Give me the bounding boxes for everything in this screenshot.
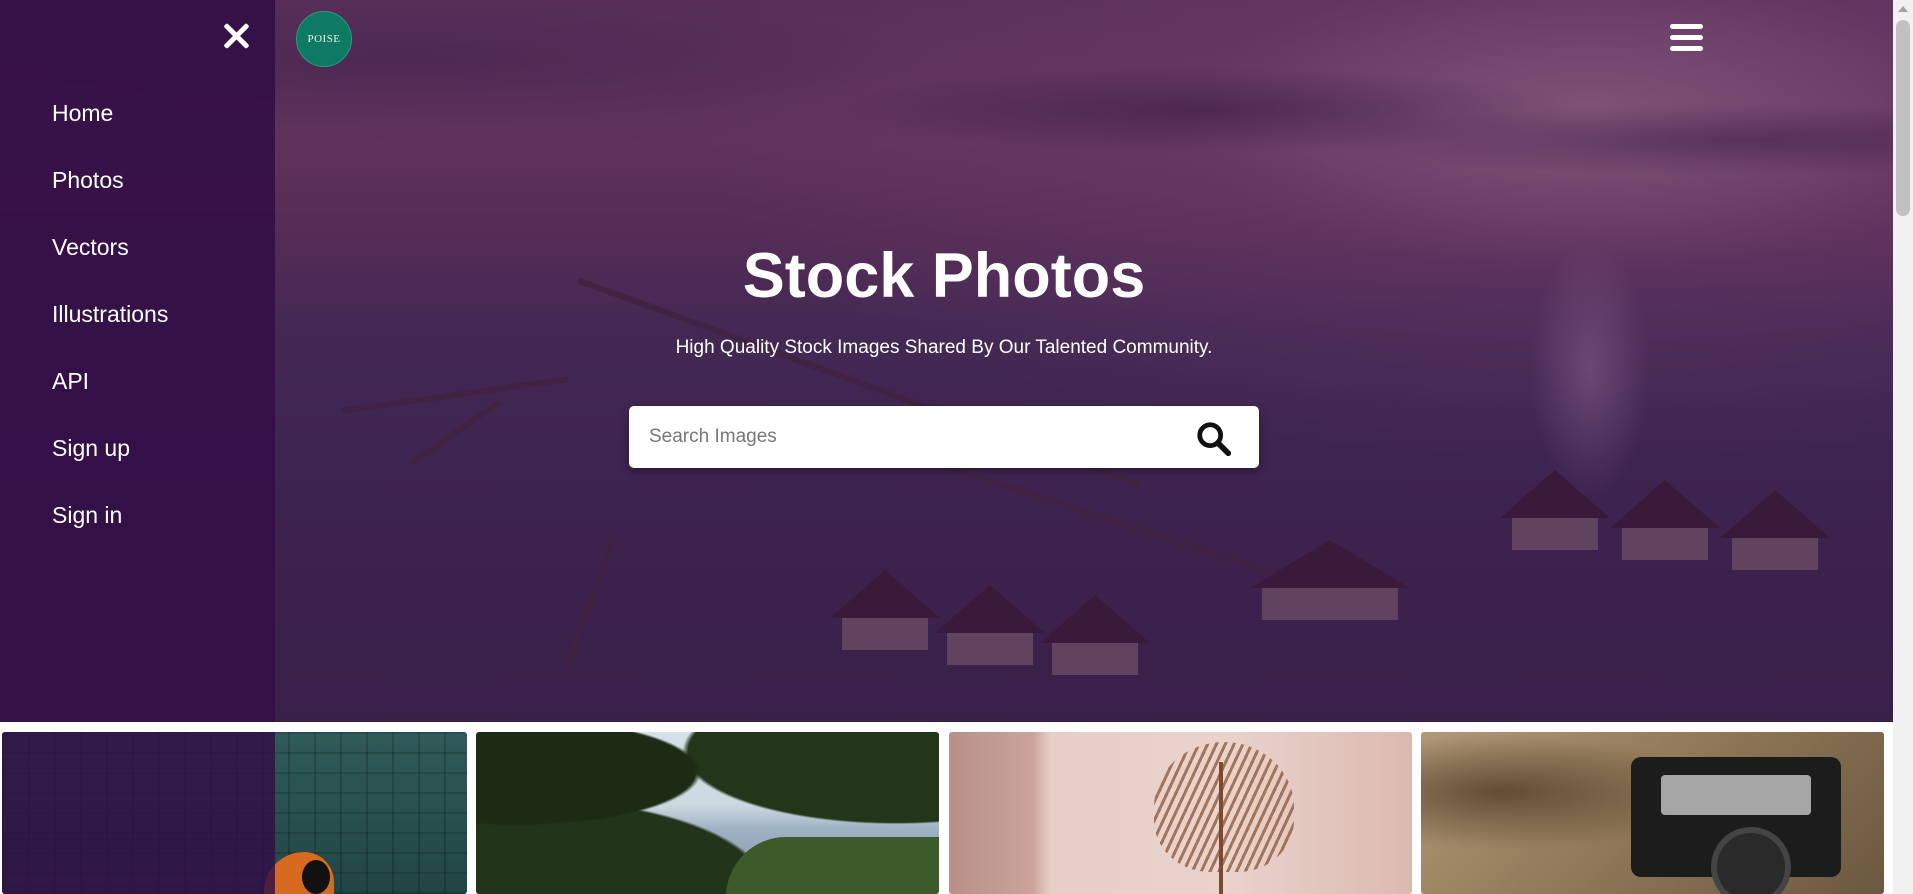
gallery-image-coastline[interactable] — [476, 732, 939, 894]
brand-logo[interactable]: POISE — [296, 11, 352, 67]
gallery-image-camera[interactable] — [1421, 732, 1884, 894]
brand-logo-text: POISE — [307, 33, 341, 45]
sidebar-item-sign-in[interactable]: Sign in — [52, 498, 168, 540]
vertical-scrollbar[interactable] — [1893, 0, 1913, 894]
sidebar-item-vectors[interactable]: Vectors — [52, 230, 168, 272]
scroll-up-arrow-icon[interactable] — [1898, 6, 1908, 12]
sidebar-menu: Home Photos Vectors Illustrations API Si… — [52, 96, 168, 565]
sidebar-item-api[interactable]: API — [52, 364, 168, 406]
sidebar-item-home[interactable]: Home — [52, 96, 168, 138]
sidebar-nav: Home Photos Vectors Illustrations API Si… — [0, 0, 275, 722]
sidebar-item-sign-up[interactable]: Sign up — [52, 431, 168, 473]
gallery-image-motorcycle[interactable] — [2, 732, 467, 894]
hamburger-icon[interactable] — [1670, 24, 1703, 54]
page-subtitle: High Quality Stock Images Shared By Our … — [675, 337, 1213, 358]
gallery-image-pampas[interactable] — [949, 732, 1412, 894]
sidebar-item-illustrations[interactable]: Illustrations — [52, 297, 168, 339]
search-bar — [629, 406, 1259, 468]
image-gallery — [0, 732, 1893, 894]
hero-overlay — [0, 0, 1893, 722]
search-icon[interactable] — [1195, 420, 1233, 458]
scroll-thumb[interactable] — [1896, 20, 1910, 216]
page-title: Stock Photos — [742, 241, 1146, 311]
close-icon[interactable] — [220, 20, 252, 52]
sidebar-item-photos[interactable]: Photos — [52, 163, 168, 205]
search-input[interactable] — [649, 406, 1169, 468]
sidebar-overlay-extension — [2, 732, 275, 894]
hero-banner — [0, 0, 1893, 722]
